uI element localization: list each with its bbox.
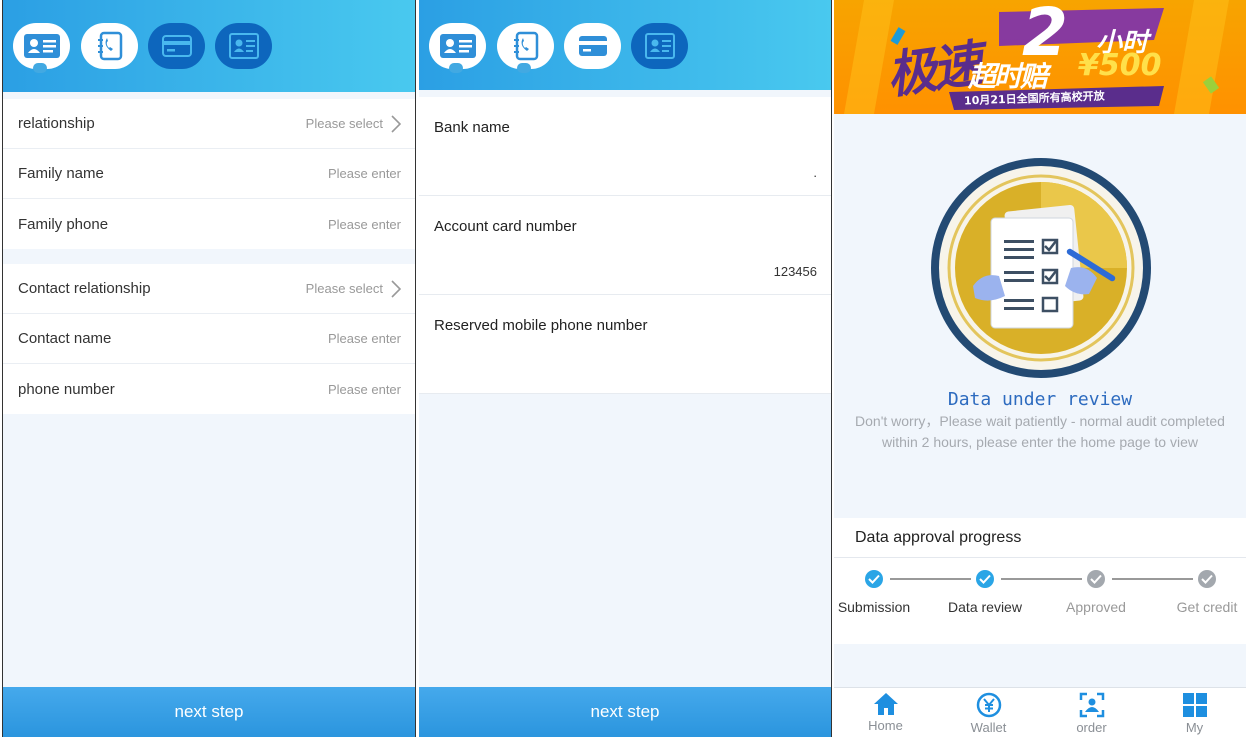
review-illustration <box>931 158 1151 378</box>
progress-title: Data approval progress <box>834 518 1246 558</box>
tab-my[interactable]: My <box>1143 688 1246 737</box>
bottom-tab-bar: Home Wallet order My <box>834 687 1246 737</box>
field-label: Family name <box>18 165 104 182</box>
field-value: 123456 <box>773 264 817 279</box>
tab-order[interactable]: order <box>1040 688 1143 737</box>
relationship-select[interactable]: relationship Please select <box>3 99 415 149</box>
banner-money: ¥500 <box>1078 48 1162 83</box>
tab-label: order <box>1076 720 1107 735</box>
tab-home[interactable]: Home <box>834 688 937 737</box>
contact-relationship-select[interactable]: Contact relationship Please select <box>3 264 415 314</box>
field-label: Reserved mobile phone number <box>434 317 648 334</box>
progress-connector <box>1112 578 1193 580</box>
home-icon <box>873 693 898 715</box>
input-placeholder: Please enter <box>328 166 401 181</box>
tab-label: Home <box>868 718 903 733</box>
banner-number: 2 <box>1022 0 1068 71</box>
bank-card-icon[interactable] <box>148 23 205 69</box>
check-icon <box>1198 570 1216 588</box>
field-label: Account card number <box>434 218 577 235</box>
phone-book-icon[interactable] <box>497 23 554 73</box>
step-pointer <box>33 63 47 73</box>
bank-fields: Bank name . Account card number 123456 R… <box>419 97 831 394</box>
tab-label: Wallet <box>970 720 1007 735</box>
family-contact-group: relationship Please select Family name P… <box>3 99 415 249</box>
field-label: Contact name <box>18 330 112 347</box>
tab-wallet[interactable]: Wallet <box>937 688 1040 737</box>
progress-step-label: Submission <box>837 599 911 615</box>
tab-label: My <box>1185 720 1204 735</box>
input-placeholder: Please enter <box>328 381 401 397</box>
field-label: Contact relationship <box>18 280 151 297</box>
progress-connector <box>1001 578 1082 580</box>
select-placeholder: Please select <box>305 116 383 131</box>
review-description: Don't worry，Please wait patiently - norm… <box>855 413 1225 450</box>
family-phone-field[interactable]: Family phone Please enter <box>3 199 415 249</box>
phone-book-icon[interactable] <box>81 23 138 69</box>
bank-info-screen: Bank name . Account card number 123456 R… <box>419 0 832 737</box>
certificate-icon[interactable] <box>215 23 272 69</box>
promo-banner[interactable]: 极速 超时赔 2 小时 ¥500 10月21日全国所有高校开放 <box>834 0 1246 114</box>
field-value: . <box>813 165 817 180</box>
approval-progress: Data approval progress Submission Data r… <box>834 518 1246 644</box>
order-icon <box>1079 692 1104 718</box>
family-name-field[interactable]: Family name Please enter <box>3 149 415 199</box>
chevron-right-icon <box>391 279 401 298</box>
grid-icon <box>1182 693 1207 717</box>
step-pointer <box>517 63 531 73</box>
progress-connector <box>890 578 971 580</box>
progress-step-label: Approved <box>1066 599 1126 615</box>
reserved-mobile-field[interactable]: Reserved mobile phone number <box>419 295 831 394</box>
review-title: Data under review <box>947 389 1133 410</box>
account-card-number-field[interactable]: Account card number 123456 <box>419 196 831 295</box>
progress-step-label: Data review <box>948 599 1022 615</box>
certificate-icon[interactable] <box>631 23 688 69</box>
step-pointer <box>449 63 463 73</box>
select-placeholder: Please select <box>305 281 383 296</box>
id-card-icon[interactable] <box>13 23 70 73</box>
next-step-button[interactable]: next step <box>419 687 831 737</box>
contact-name-field[interactable]: Contact name Please enter <box>3 314 415 364</box>
step-header <box>419 0 831 90</box>
check-icon <box>865 570 883 588</box>
wallet-icon <box>976 692 1001 718</box>
chevron-right-icon <box>391 114 401 133</box>
id-card-icon[interactable] <box>429 23 486 73</box>
next-step-button[interactable]: next step <box>3 687 415 737</box>
step-header <box>3 0 415 92</box>
contact-info-screen: relationship Please select Family name P… <box>2 0 416 737</box>
phone-number-field[interactable]: phone number Please enter <box>3 364 415 414</box>
field-label: relationship <box>18 115 95 132</box>
bank-card-icon[interactable] <box>564 23 621 69</box>
other-contact-group: Contact relationship Please select Conta… <box>3 264 415 414</box>
bank-name-field[interactable]: Bank name . <box>419 97 831 196</box>
field-label: phone number <box>18 380 115 398</box>
review-status-screen: 极速 超时赔 2 小时 ¥500 10月21日全国所有高校开放 Data und… <box>834 0 1246 737</box>
check-icon <box>976 570 994 588</box>
check-icon <box>1087 570 1105 588</box>
field-label: Family phone <box>18 215 109 233</box>
input-placeholder: Please enter <box>328 331 401 346</box>
field-label: Bank name <box>434 119 510 136</box>
input-placeholder: Please enter <box>328 216 401 232</box>
progress-step-label: Get credit <box>1176 599 1238 615</box>
